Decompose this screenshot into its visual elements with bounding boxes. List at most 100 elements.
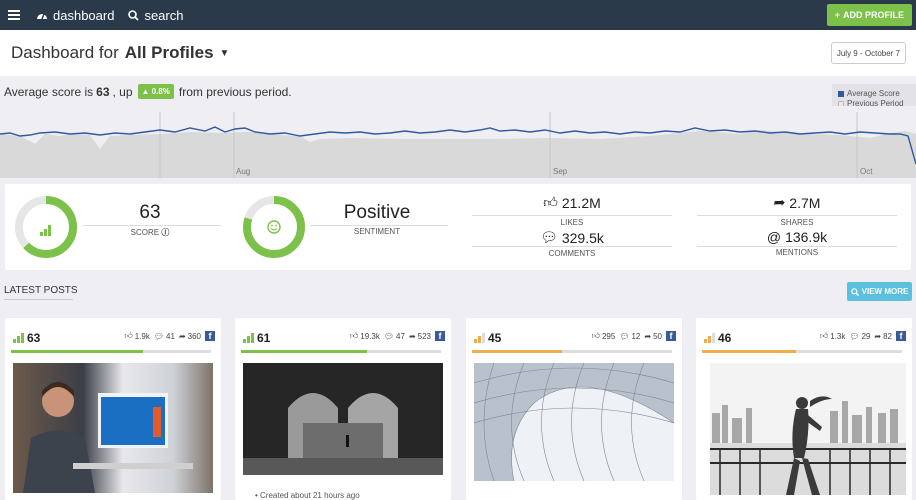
at-icon: @ (766, 229, 782, 245)
dashboard-icon (37, 13, 47, 20)
thumbs-up-icon: 👍︎ (819, 331, 829, 340)
likes-value: 21.2M (561, 194, 601, 211)
smiley-icon (267, 220, 281, 234)
thumbs-up-icon: 👍︎ (124, 331, 133, 340)
divider (697, 215, 897, 216)
score-stat: 63 SCORE ⓘ (83, 202, 217, 238)
heading-underline (4, 299, 73, 300)
post-image (710, 363, 906, 495)
mentions-value: 136.9k (785, 229, 828, 245)
axis-label-aug: Aug (236, 167, 250, 176)
legend-current[interactable]: Average Score (838, 89, 910, 99)
dashboard-nav-link[interactable]: dashboard (36, 8, 114, 23)
score-bar (702, 350, 902, 353)
shares-value: 2.7M (789, 194, 821, 211)
info-icon[interactable]: ⓘ (161, 228, 169, 237)
score-value: 63 (139, 202, 161, 223)
score-bar (472, 350, 672, 353)
glass-dome-photo (474, 363, 674, 481)
post-image (243, 363, 443, 475)
facebook-icon[interactable]: f (896, 331, 906, 341)
search-icon (850, 287, 859, 296)
dashboard-label: dashboard (53, 7, 115, 23)
comment-icon: 💬︎ (540, 229, 558, 245)
post-comments: 💬︎ 29 (849, 331, 871, 341)
runner-skyline-photo (710, 363, 906, 495)
search-icon (128, 9, 140, 21)
post-card[interactable]: 46 👍︎ 1.3k 💬︎ 29 ➦ 82 f (696, 318, 912, 500)
divider (697, 246, 897, 247)
post-score: 45 (488, 331, 502, 345)
facebook-icon[interactable]: f (205, 331, 215, 341)
sentiment-stat: Positive SENTIMENT (310, 202, 444, 236)
top-navbar: dashboard search + ADD PROFILE (0, 0, 916, 30)
sentiment-donut (243, 196, 305, 258)
score-bar (241, 350, 441, 353)
post-shares: ➦ 360 (178, 331, 201, 341)
post-card[interactable]: 45 👍︎ 295 💬︎ 12 ➦ 50 f (466, 318, 682, 500)
score-timeline-chart: Aug Sep Oct (0, 106, 916, 178)
change-badge: ▲ 0.8% (137, 84, 174, 99)
add-profile-button[interactable]: + ADD PROFILE (826, 4, 912, 26)
comments-stat: 💬︎ 329.5k COMMENTS (472, 229, 672, 258)
post-comments: 💬︎ 41 (153, 331, 175, 341)
signal-bars-icon (40, 225, 51, 236)
share-icon: ➦ (408, 331, 416, 341)
share-icon: ➦ (874, 331, 882, 341)
thumbs-up-icon: 👍︎ (543, 194, 558, 210)
comments-label: COMMENTS (548, 249, 596, 258)
signal-bars-icon (704, 333, 715, 343)
post-image (13, 363, 213, 493)
divider (310, 225, 448, 226)
facebook-icon[interactable]: f (435, 331, 445, 341)
date-range-picker[interactable]: July 9 - October 7 (830, 42, 906, 64)
score-donut (15, 196, 77, 258)
facebook-icon[interactable]: f (666, 331, 676, 341)
signal-bars-icon (13, 333, 24, 343)
sentiment-label: SENTIMENT (353, 227, 401, 236)
post-shares: ➦ 82 (874, 331, 892, 341)
signal-bars-icon (474, 333, 485, 343)
post-shares: ➦ 523 (408, 331, 431, 341)
legend-swatch-blue (838, 91, 844, 97)
signal-bars-icon (243, 333, 254, 343)
comment-icon: 💬︎ (619, 331, 630, 341)
caret-down-icon[interactable]: ▼ (220, 48, 230, 59)
post-comments: 💬︎ 47 (383, 331, 405, 341)
divider (83, 225, 221, 226)
profile-selector[interactable]: All Profiles (125, 43, 214, 63)
post-card[interactable]: 63 👍︎ 1.9k 💬︎ 41 ➦ 360 f (5, 318, 221, 500)
score-bar-fill (702, 350, 796, 353)
thumbs-up-icon: 👍︎ (349, 331, 359, 340)
divider (472, 215, 672, 216)
share-icon: ➦ (644, 331, 652, 341)
search-nav-link[interactable]: search (128, 8, 183, 23)
share-icon: ➦ (773, 194, 786, 210)
score-bar (11, 350, 211, 353)
comment-icon: 💬︎ (383, 331, 395, 341)
thumbs-up-icon: 👍︎ (591, 331, 600, 340)
score-timeline-section: Average score is 63 , up ▲ 0.8% from pre… (0, 76, 916, 178)
post-likes: 👍︎ 1.9k (124, 331, 150, 341)
plus-icon: + (834, 10, 840, 20)
arches-photo (243, 363, 443, 475)
score-bar-fill (241, 350, 367, 353)
stats-panel: 63 SCORE ⓘ Positive SENTIMENT 👍︎ 21.2M LI… (5, 184, 911, 270)
post-likes: 👍︎ 295 (591, 331, 616, 341)
mentions-label: MENTIONS (775, 248, 819, 257)
post-card[interactable]: 61 👍︎ 19.3k 💬︎ 47 ➦ 523 f • Created about 2… (235, 318, 451, 500)
post-created-note: • Created about 21 hours ago (255, 491, 360, 500)
axis-label-oct: Oct (860, 167, 873, 176)
post-shares: ➦ 50 (644, 331, 662, 341)
view-more-button[interactable]: VIEW MORE (847, 282, 912, 301)
search-label: search (144, 7, 184, 23)
person-at-computer-photo (23, 382, 193, 493)
score-bar-fill (472, 350, 562, 353)
menu-icon[interactable] (0, 0, 28, 30)
mentions-stat: @136.9k MENTIONS (697, 229, 897, 257)
comments-value: 329.5k (561, 229, 604, 246)
average-score-summary: Average score is 63 , up ▲ 0.8% from pre… (4, 84, 292, 99)
post-score: 46 (718, 331, 732, 345)
post-score: 61 (257, 331, 271, 345)
score-label: SCORE ⓘ (130, 228, 170, 237)
